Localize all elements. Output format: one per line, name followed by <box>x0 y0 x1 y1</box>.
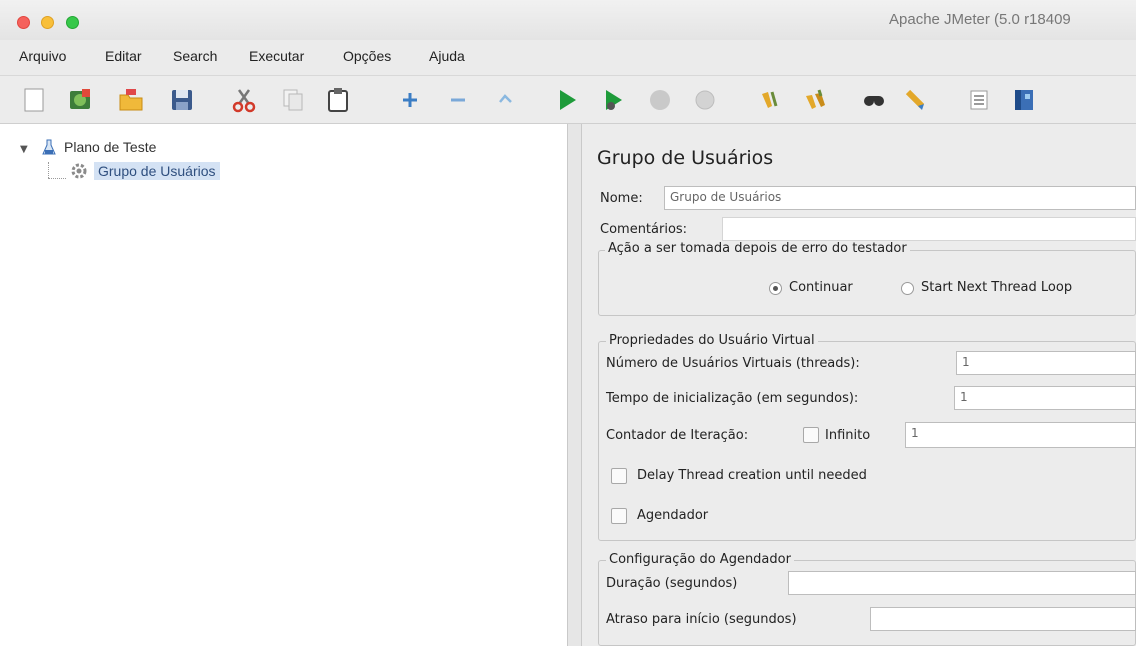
rampup-field[interactable]: 1 <box>954 386 1136 410</box>
tree-node-label: Grupo de Usuários <box>94 162 220 180</box>
menu-arquivo[interactable]: Arquivo <box>19 48 66 64</box>
tree-connector <box>48 162 49 178</box>
start-icon[interactable] <box>550 83 584 117</box>
scheduler-config-legend: Configuração do Agendador <box>606 552 794 567</box>
minimize-window-button[interactable] <box>41 16 54 29</box>
menu-editar[interactable]: Editar <box>105 48 142 64</box>
expand-icon[interactable] <box>393 83 427 117</box>
zoom-window-button[interactable] <box>66 16 79 29</box>
start-no-pause-icon[interactable] <box>596 83 630 117</box>
test-plan-icon <box>40 138 58 156</box>
comments-label: Comentários: <box>600 222 688 237</box>
open-icon[interactable] <box>114 83 148 117</box>
help-icon[interactable] <box>1007 83 1041 117</box>
menu-search[interactable]: Search <box>173 48 217 64</box>
error-action-legend: Ação a ser tomada depois de erro do test… <box>605 241 910 256</box>
rampup-label: Tempo de inicialização (em segundos): <box>606 391 859 406</box>
paste-icon[interactable] <box>321 83 355 117</box>
stop-icon[interactable] <box>643 83 677 117</box>
menu-executar[interactable]: Executar <box>249 48 304 64</box>
menu-ajuda[interactable]: Ajuda <box>429 48 465 64</box>
tree-node-test-plan[interactable]: Plano de Teste <box>40 138 156 156</box>
close-window-button[interactable] <box>17 16 30 29</box>
gear-icon <box>70 162 88 180</box>
function-helper-icon[interactable] <box>962 83 996 117</box>
name-label: Nome: <box>600 191 643 206</box>
tree-expand-toggle[interactable]: ▼ <box>20 144 28 155</box>
split-pane-divider[interactable] <box>568 124 582 646</box>
search-icon[interactable] <box>857 83 891 117</box>
delay-thread-creation-label: Delay Thread creation until needed <box>637 468 867 483</box>
page-title: Grupo de Usuários <box>597 147 774 169</box>
start-next-loop-label: Start Next Thread Loop <box>921 280 1073 295</box>
loop-count-field[interactable]: 1 <box>905 422 1136 448</box>
threads-label: Número de Usuários Virtuais (threads): <box>606 356 860 371</box>
startup-delay-field[interactable] <box>870 607 1136 631</box>
loop-count-label: Contador de Iteração: <box>606 428 749 443</box>
scheduler-label: Agendador <box>637 508 709 523</box>
toolbar <box>0 76 1136 124</box>
test-plan-tree[interactable] <box>0 124 568 646</box>
tree-node-thread-group[interactable]: Grupo de Usuários <box>70 162 220 180</box>
copy-icon[interactable] <box>276 83 310 117</box>
start-next-loop-radio[interactable] <box>901 282 914 295</box>
templates-icon[interactable] <box>63 83 97 117</box>
duration-label: Duração (segundos) <box>606 576 738 591</box>
delay-thread-creation-checkbox[interactable] <box>611 468 627 484</box>
infinite-checkbox[interactable] <box>803 427 819 443</box>
continue-label: Continuar <box>789 280 853 295</box>
comments-field[interactable] <box>722 217 1136 241</box>
duration-field[interactable] <box>788 571 1136 595</box>
cut-icon[interactable] <box>227 83 261 117</box>
new-icon[interactable] <box>17 83 51 117</box>
menu-opcoes[interactable]: Opções <box>343 48 391 64</box>
collapse-icon[interactable] <box>441 83 475 117</box>
reset-search-icon[interactable] <box>899 83 933 117</box>
menu-bar: Arquivo Editar Search Executar Opções Aj… <box>0 40 1136 76</box>
thread-properties-legend: Propriedades do Usuário Virtual <box>606 333 818 348</box>
name-field[interactable]: Grupo de Usuários <box>664 186 1136 210</box>
scheduler-checkbox[interactable] <box>611 508 627 524</box>
threads-field[interactable]: 1 <box>956 351 1136 375</box>
clear-icon[interactable] <box>753 83 787 117</box>
shutdown-icon[interactable] <box>688 83 722 117</box>
continue-radio[interactable] <box>769 282 782 295</box>
window-title: Apache JMeter (5.0 r18409 <box>889 11 1071 28</box>
infinite-label: Infinito <box>825 428 871 443</box>
tree-node-label: Plano de Teste <box>64 139 157 155</box>
save-icon[interactable] <box>165 83 199 117</box>
clear-all-icon[interactable] <box>798 83 832 117</box>
toggle-icon[interactable] <box>489 83 523 117</box>
title-bar: Apache JMeter (5.0 r18409 <box>0 0 1136 40</box>
tree-connector <box>48 178 66 179</box>
startup-delay-label: Atraso para início (segundos) <box>606 612 797 627</box>
